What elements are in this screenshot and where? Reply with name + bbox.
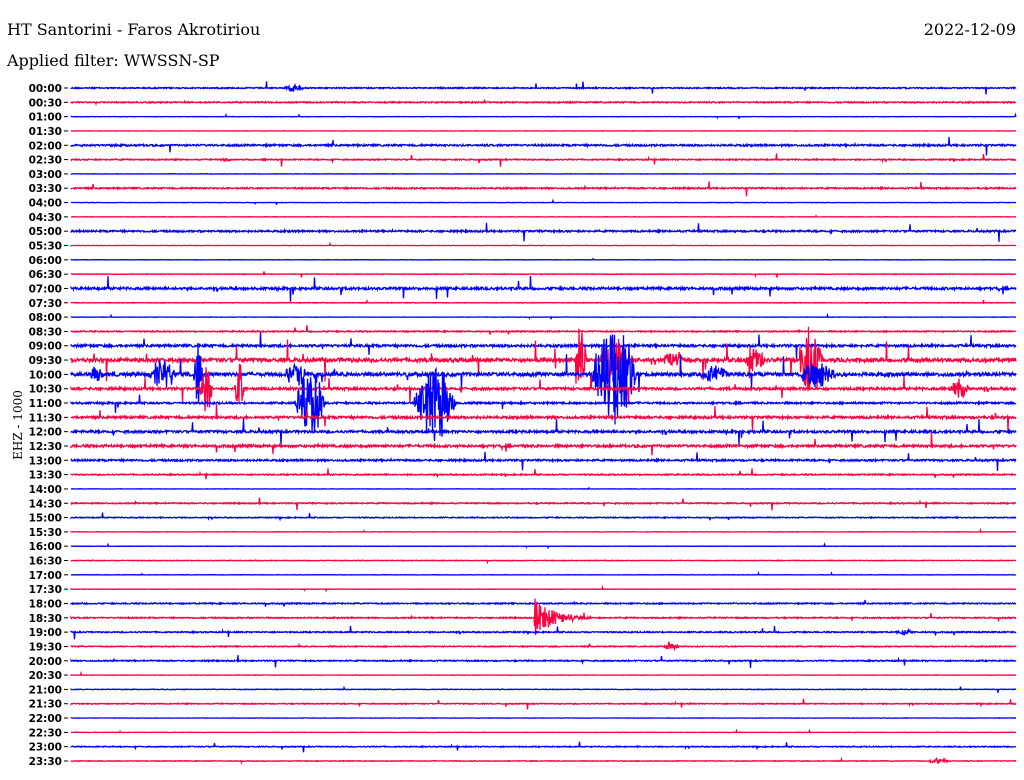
trace-row-0600 [70,257,1017,261]
row-time-label: 22:30 [29,727,62,739]
trace-row-1800 [70,599,1017,607]
row-time-label: 20:00 [29,656,62,668]
row-time-label: 08:30 [29,326,62,338]
trace-row-2130 [70,698,1017,710]
trace-row-1230 [70,432,1017,456]
helicorder-plot: 00:00 00:30 01:00 01:30 02:00 02:30 03:00 03:30… [29,81,1017,768]
trace-row-0430 [70,214,1017,218]
trace-row-1930 [70,640,1017,652]
trace-row-1100 [70,366,1017,437]
row-time-label: 09:00 [29,341,62,353]
trace-row-1300 [70,451,1017,471]
trace-row-1630 [70,559,1016,565]
row-time-label: 12:00 [29,427,62,439]
row-time-label: 03:30 [29,183,62,195]
row-time-label: 21:30 [29,699,62,711]
trace-row-2000 [70,655,1017,668]
row-time-label: 17:00 [29,570,62,582]
trace-row-0930 [70,326,1017,392]
trace-row-0730 [70,298,1017,305]
row-time-label: 17:30 [29,584,62,596]
row-time-label: 15:00 [29,513,62,525]
trace-row-0630 [70,271,1016,279]
row-time-label: 04:30 [29,212,62,224]
row-time-label: 23:30 [29,756,62,768]
trace-row-0400 [70,198,1016,206]
trace-row-1130 [70,403,1017,432]
trace-row-1600 [70,541,1017,549]
row-time-label: 13:30 [29,470,62,482]
row-time-label: 03:00 [29,169,62,181]
row-time-label: 06:30 [29,269,62,281]
row-time-label: 22:00 [29,713,62,725]
row-time-label: 00:30 [29,97,62,109]
trace-row-0330 [70,181,1017,197]
row-time-label: 19:00 [29,627,62,639]
row-time-label: 23:00 [29,742,62,754]
row-time-label: 02:00 [29,140,62,152]
row-time-label: 20:30 [29,670,62,682]
trace-row-0900 [70,332,1017,360]
row-time-label: 08:00 [29,312,62,324]
trace-row-1900 [70,625,1017,640]
trace-row-1400 [70,486,1017,490]
trace-row-2330 [70,756,1017,765]
row-time-label: 10:00 [29,369,62,381]
trace-row-1700 [70,570,1017,576]
trace-row-0100 [70,112,1017,120]
trace-row-2300 [70,741,1017,753]
row-time-label: 07:00 [29,283,62,295]
row-time-label: 19:30 [29,641,62,653]
row-time-label: 05:00 [29,226,62,238]
row-time-label: 14:30 [29,498,62,510]
row-time-label: 02:30 [29,155,62,167]
trace-row-2030 [70,670,1016,677]
trace-row-1500 [70,512,1017,522]
trace-row-2100 [70,685,1017,693]
trace-row-1430 [70,497,1017,511]
row-time-label: 18:30 [29,613,62,625]
row-time-label: 11:30 [29,412,62,424]
trace-row-0830 [70,325,1017,335]
row-time-label: 21:00 [29,684,62,696]
row-time-label: 16:00 [29,541,62,553]
row-time-label: 15:30 [29,527,62,539]
trace-row-0200 [70,136,1017,156]
row-time-label: 09:30 [29,355,62,367]
row-time-label: 01:30 [29,126,62,138]
trace-row-1730 [70,584,1017,592]
row-time-label: 04:00 [29,198,62,210]
row-time-label: 12:30 [29,441,62,453]
row-time-label: 11:00 [29,398,62,410]
trace-row-0030 [70,99,1016,106]
trace-row-0700 [70,275,1017,302]
row-time-label: 14:00 [29,484,62,496]
row-time-label: 18:00 [29,598,62,610]
row-time-label: 16:30 [29,556,62,568]
trace-row-0000 [70,81,1017,95]
trace-row-2230 [70,728,1016,734]
trace-row-1330 [70,468,1016,480]
row-time-label: 13:00 [29,455,62,467]
trace-row-0500 [70,222,1017,242]
row-time-label: 01:00 [29,112,62,124]
trace-row-0530 [70,241,1017,247]
trace-row-1200 [70,418,1017,446]
row-time-label: 06:00 [29,255,62,267]
row-time-label: 07:30 [29,298,62,310]
trace-row-0800 [70,312,1016,320]
row-time-label: 10:30 [29,384,62,396]
trace-row-1530 [70,527,1017,533]
row-time-label: 05:30 [29,241,62,253]
row-time-label: 00:00 [29,83,62,95]
trace-row-0230 [70,153,1017,167]
